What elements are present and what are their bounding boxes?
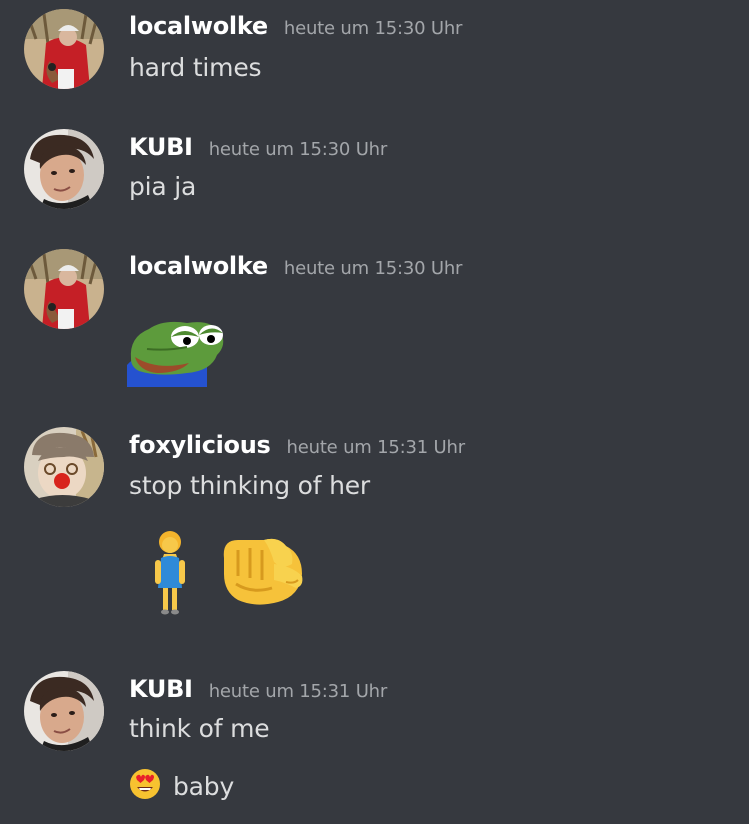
- message-header: foxylicious heute um 15:31 Uhr: [129, 431, 465, 459]
- message-header: localwolke heute um 15:30 Uhr: [129, 12, 462, 40]
- santa-reindeer-avatar-icon: [24, 249, 104, 329]
- username[interactable]: localwolke: [129, 12, 268, 40]
- timestamp: heute um 15:30 Uhr: [208, 139, 388, 160]
- avatar[interactable]: [24, 9, 104, 89]
- message-header: localwolke heute um 15:30 Uhr: [129, 252, 462, 280]
- woman-standing-emoji-icon[interactable]: [148, 528, 192, 620]
- message-text: baby: [173, 771, 235, 801]
- message-header: KUBI heute um 15:31 Uhr: [129, 675, 387, 703]
- timestamp: heute um 15:30 Uhr: [283, 18, 463, 39]
- username[interactable]: KUBI: [129, 133, 193, 161]
- avatar[interactable]: [24, 249, 104, 329]
- santa-reindeer-avatar-icon: [24, 9, 104, 89]
- selfie-avatar-icon: [24, 671, 104, 751]
- timestamp: heute um 15:30 Uhr: [283, 258, 463, 279]
- message-text-line: baby: [129, 768, 234, 804]
- message-header: KUBI heute um 15:30 Uhr: [129, 133, 387, 161]
- reindeer-nose-avatar-icon: [24, 427, 104, 507]
- pointing-hand-emoji-icon[interactable]: [216, 530, 306, 614]
- message-text: think of me: [129, 714, 270, 743]
- username[interactable]: KUBI: [129, 675, 193, 703]
- heart-eyes-emoji-icon: [129, 768, 161, 804]
- username[interactable]: localwolke: [129, 252, 268, 280]
- avatar[interactable]: [24, 427, 104, 507]
- timestamp: heute um 15:31 Uhr: [286, 437, 466, 458]
- chat-message-list: localwolke heute um 15:30 Uhr hard times…: [0, 0, 749, 824]
- pepe-frog-emoji-icon[interactable]: [127, 315, 227, 391]
- avatar[interactable]: [24, 671, 104, 751]
- selfie-avatar-icon: [24, 129, 104, 209]
- message-text: stop thinking of her: [129, 471, 371, 500]
- message-text: pia ja: [129, 172, 197, 201]
- avatar[interactable]: [24, 129, 104, 209]
- username[interactable]: foxylicious: [129, 431, 271, 459]
- timestamp: heute um 15:31 Uhr: [208, 681, 388, 702]
- message-text: hard times: [129, 53, 262, 82]
